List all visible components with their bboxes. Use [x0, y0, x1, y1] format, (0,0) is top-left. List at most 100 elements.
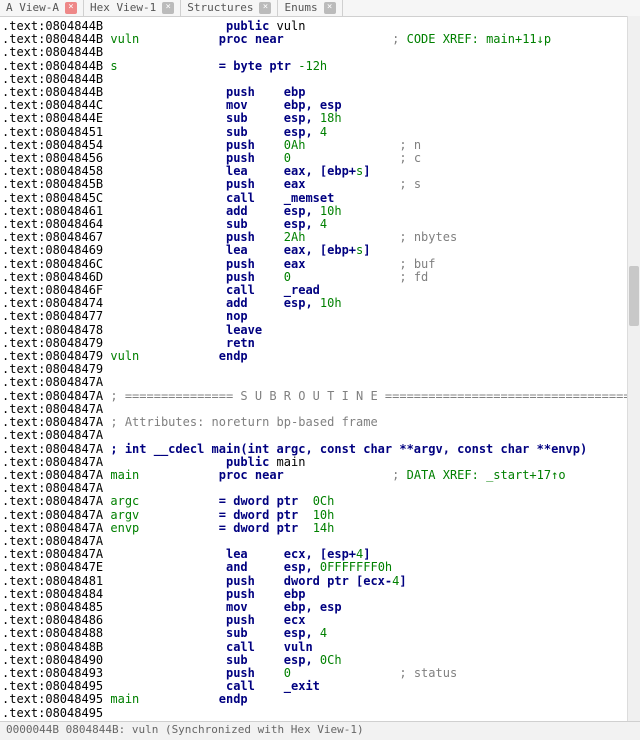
tab[interactable]: Hex View-1 ×	[84, 0, 181, 16]
address: .text:08048479	[2, 349, 110, 363]
close-icon[interactable]: ×	[162, 2, 174, 14]
token: 4	[320, 626, 327, 640]
close-icon[interactable]: ×	[324, 2, 336, 14]
token: vuln	[284, 640, 313, 654]
token: ecx	[284, 613, 306, 627]
token: ]	[363, 547, 370, 561]
address: .text:0804847A	[2, 494, 110, 508]
address: .text:08048495	[2, 706, 103, 720]
tab[interactable]: Enums ×	[278, 0, 342, 16]
token: ; fd	[291, 270, 428, 284]
token: DATA XREF: _start+17↑o	[407, 468, 566, 482]
token: ebp, esp	[284, 98, 342, 112]
token: esp,	[284, 125, 320, 139]
tab[interactable]: Structures×	[181, 0, 278, 16]
status-bar: 0000044B 0804844B: vuln (Synchronized wi…	[0, 721, 640, 740]
token: eax, [ebp+	[284, 243, 356, 257]
token	[118, 59, 219, 73]
token: 0	[284, 151, 291, 165]
address: .text:0804844B	[2, 59, 110, 73]
token: push	[226, 257, 284, 271]
token: 4	[320, 125, 327, 139]
address: .text:08048488	[2, 626, 226, 640]
token: ; buf	[305, 257, 435, 271]
tab[interactable]: A View-A×	[0, 0, 84, 16]
token: retn	[226, 336, 255, 350]
token: ]	[399, 574, 406, 588]
token: leave	[226, 323, 262, 337]
token: eax, [ebp+	[284, 164, 356, 178]
address: .text:0804847A	[2, 428, 103, 442]
token: ]	[363, 164, 370, 178]
token: call	[226, 283, 284, 297]
disassembly-view[interactable]: .text:0804844B public vuln .text:0804844B…	[0, 17, 640, 733]
token: push	[226, 177, 284, 191]
token: = dword ptr	[219, 521, 298, 535]
address: .text:08048479	[2, 362, 103, 376]
token: public	[226, 455, 277, 469]
token: 10h	[320, 296, 342, 310]
token: ; nbytes	[305, 230, 457, 244]
address: .text:08048464	[2, 217, 226, 231]
address: .text:0804846C	[2, 257, 226, 271]
token: 4	[320, 217, 327, 231]
token	[139, 521, 218, 535]
address: .text:08048477	[2, 309, 226, 323]
token: push	[226, 151, 284, 165]
token: 10h	[298, 508, 334, 522]
address: .text:08048495	[2, 679, 226, 693]
token: _read	[284, 283, 320, 297]
address: .text:08048478	[2, 323, 226, 337]
address: .text:0804847A	[2, 481, 103, 495]
token: and	[226, 560, 284, 574]
token: call	[226, 191, 284, 205]
address: .text:0804847A	[2, 455, 226, 469]
token: sub	[226, 217, 284, 231]
token: endp	[219, 349, 248, 363]
token: dword ptr [ecx-	[284, 574, 392, 588]
address: .text:0804847A	[2, 534, 103, 548]
token: push	[226, 666, 284, 680]
token: 2Ah	[284, 230, 306, 244]
token	[139, 494, 218, 508]
token: ; =============== S U B R O U T I N E ==…	[110, 389, 640, 403]
address: .text:08048479	[2, 336, 226, 350]
token: 18h	[320, 111, 342, 125]
address: .text:0804847A	[2, 442, 110, 456]
address: .text:0804844B	[2, 45, 103, 59]
token: lea	[226, 164, 284, 178]
tab-label: Hex View-1	[90, 1, 156, 14]
token: 0FFFFFFF0h	[320, 560, 392, 574]
close-icon[interactable]: ×	[65, 2, 77, 14]
token: esp,	[284, 296, 320, 310]
address: .text:08048454	[2, 138, 226, 152]
tab-label: Enums	[284, 1, 317, 14]
scroll-thumb[interactable]	[629, 266, 639, 326]
token: push	[226, 85, 284, 99]
address: .text:08048493	[2, 666, 226, 680]
address: .text:0804847A	[2, 402, 103, 416]
address: .text:0804847A	[2, 508, 110, 522]
token: ecx, [esp+	[284, 547, 356, 561]
close-icon[interactable]: ×	[259, 2, 271, 14]
address: .text:08048458	[2, 164, 226, 178]
token: ;	[284, 32, 407, 46]
token: = byte ptr	[219, 59, 291, 73]
address: .text:0804844B	[2, 19, 226, 33]
token: 0Ch	[298, 494, 334, 508]
token: call	[226, 640, 284, 654]
token: mov	[226, 600, 284, 614]
token: ; n	[305, 138, 421, 152]
token: mov	[226, 98, 284, 112]
token: envp	[110, 521, 139, 535]
address: .text:0804847A	[2, 468, 110, 482]
token: lea	[226, 243, 284, 257]
address: .text:0804844B	[2, 32, 110, 46]
vertical-scrollbar[interactable]	[627, 16, 640, 724]
address: .text:0804844C	[2, 98, 226, 112]
token: ; s	[305, 177, 421, 191]
token: 0Ch	[320, 653, 342, 667]
token: endp	[219, 692, 248, 706]
token: vuln	[277, 19, 306, 33]
address: .text:0804847A	[2, 547, 226, 561]
